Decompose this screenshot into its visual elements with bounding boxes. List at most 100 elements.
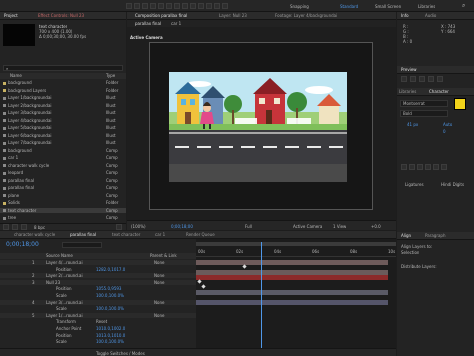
font-size-value[interactable]: 41 px — [407, 122, 418, 127]
time-ruler[interactable]: 00s 02s 04s 06s 08s 10s — [196, 247, 396, 257]
stamp-tool-icon[interactable] — [206, 3, 212, 9]
camera-tool-icon[interactable] — [166, 3, 172, 9]
project-item[interactable]: text character Comp — [0, 207, 126, 213]
project-item[interactable]: Layer 7/backgroundai Illust — [0, 140, 126, 145]
project-item[interactable]: background Folder — [0, 80, 126, 85]
font-family-dropdown[interactable]: Montserrat — [400, 100, 448, 107]
project-item[interactable]: Layer 1/backgroundai Illust — [0, 95, 126, 100]
last-frame-icon[interactable] — [437, 76, 443, 82]
project-item[interactable]: parallax final Comp — [0, 178, 126, 183]
ligatures-checkbox[interactable]: Ligatures — [405, 182, 424, 187]
layer-bar-1[interactable] — [196, 260, 388, 265]
layer-parent-value[interactable]: 1282.0,1017.0 — [96, 267, 125, 272]
puppet-tool-icon[interactable] — [222, 3, 228, 9]
next-frame-icon[interactable] — [428, 76, 434, 82]
interpret-footage-icon[interactable] — [3, 224, 9, 230]
property-row[interactable]: Scale 100.0,100.0% — [0, 306, 196, 311]
type-tool-icon[interactable] — [190, 3, 196, 9]
timeline-tab-car-1[interactable]: car 1 — [155, 232, 165, 238]
previous-frame-icon[interactable] — [410, 76, 416, 82]
exposure-value[interactable]: +0.0 — [371, 224, 381, 229]
all-caps-icon[interactable] — [417, 164, 423, 170]
layer-parent-value[interactable]: 1013.0,1010.0 — [96, 333, 125, 338]
tab-project[interactable]: Project — [4, 13, 18, 19]
bold-icon[interactable] — [401, 164, 407, 170]
keyframe[interactable] — [197, 279, 202, 284]
layer-parent-value[interactable]: None — [154, 280, 164, 285]
italic-icon[interactable] — [409, 164, 415, 170]
tab-character[interactable]: Character — [429, 89, 449, 95]
brush-tool-icon[interactable] — [198, 3, 204, 9]
workspace-libraries[interactable]: Libraries — [418, 4, 435, 9]
layer-row[interactable]: 1 Layer 4/...round.ai None — [0, 260, 196, 265]
project-item[interactable]: plane Comp — [0, 193, 126, 198]
hand-tool-icon[interactable] — [142, 3, 148, 9]
layer-row[interactable]: 5 Layer 1/...round.ai None — [0, 312, 196, 318]
timeline-tab-render-queue[interactable]: Render Queue — [186, 232, 215, 238]
column-parent-link[interactable]: Parent & Link — [150, 253, 177, 258]
project-item[interactable]: leopard Comp — [0, 170, 126, 175]
work-area-bar[interactable] — [196, 242, 396, 246]
selection-tool-icon[interactable] — [134, 3, 140, 9]
project-item[interactable]: character walk cycle Comp — [0, 163, 126, 168]
project-item[interactable]: Layer 5/backgroundai Illust — [0, 125, 126, 130]
column-type-header[interactable]: Type — [106, 73, 115, 78]
layer-parent-value[interactable]: None — [154, 260, 164, 265]
tab-libraries[interactable]: Libraries — [399, 89, 416, 95]
tab-preview[interactable]: Preview — [401, 67, 417, 73]
tab-info[interactable]: Info — [401, 13, 409, 19]
font-style-dropdown[interactable]: Bold — [400, 110, 448, 117]
layer-parent-value[interactable]: 100.0,100.0% — [96, 293, 124, 298]
property-row[interactable]: Position 1055.0,9593 — [0, 286, 196, 291]
subtab-car-1[interactable]: car 1 — [171, 21, 181, 26]
tab-composition[interactable]: Composition parallax final — [135, 13, 187, 19]
project-search-input[interactable]: ⌕ — [3, 65, 123, 71]
align-selection-dropdown[interactable]: Selection — [401, 250, 419, 255]
project-item[interactable]: Layer 4/backgroundai Illust — [0, 118, 126, 123]
eraser-tool-icon[interactable] — [214, 3, 220, 9]
property-row[interactable]: Scale 100.0,100.0% — [0, 293, 196, 298]
property-row[interactable]: Transform Reset — [0, 319, 196, 324]
timeline-tab-character-walk[interactable]: character walk cycle — [14, 232, 55, 238]
project-item[interactable]: Layer 2/backgroundai Illust — [0, 103, 126, 108]
layer-parent-value[interactable]: None — [154, 273, 164, 278]
column-name-header[interactable]: Name — [10, 73, 22, 78]
toggle-switches-modes[interactable]: Toggle Switches / Modes — [96, 351, 145, 356]
zoom-tool-icon[interactable] — [150, 3, 156, 9]
keyframe[interactable] — [201, 284, 206, 289]
subscript-icon[interactable] — [441, 164, 447, 170]
pan-tool-icon[interactable] — [174, 3, 180, 9]
workspace-small-screen[interactable]: Small Screen — [375, 4, 401, 9]
superscript-icon[interactable] — [433, 164, 439, 170]
current-time-indicator[interactable] — [261, 242, 262, 348]
view-layout-dropdown[interactable]: 1 View — [333, 224, 346, 229]
play-icon[interactable] — [419, 76, 425, 82]
property-row[interactable]: Anchor Point 1010.0,1002.0 — [0, 326, 196, 331]
new-folder-icon[interactable] — [12, 224, 18, 230]
project-item[interactable]: car 1 Comp — [0, 155, 126, 160]
pen-tool-icon[interactable] — [182, 3, 188, 9]
tracking-value[interactable]: 0 — [443, 129, 446, 134]
fill-color-swatch[interactable] — [454, 98, 466, 110]
timeline-tab-text-character[interactable]: text character — [112, 232, 140, 238]
tab-effect-controls[interactable]: Effect Controls: Null 23 — [38, 13, 84, 19]
first-frame-icon[interactable] — [401, 76, 407, 82]
layer-bar-4[interactable] — [196, 290, 388, 295]
layer-parent-value[interactable]: Reset — [96, 319, 107, 324]
hindi-digits-checkbox[interactable]: Hindi Digits — [441, 182, 464, 187]
tab-audio[interactable]: Audio — [425, 13, 436, 19]
magnification-dropdown[interactable]: (100%) — [131, 224, 146, 229]
timeline-timecode[interactable]: 0;00;18;00 — [6, 241, 39, 249]
layer-parent-value[interactable]: None — [154, 300, 164, 305]
project-item[interactable]: parallax final Comp — [0, 185, 126, 190]
column-source-name[interactable]: Source Name — [46, 253, 73, 258]
camera-view-dropdown[interactable]: Active Camera — [293, 224, 322, 229]
subtab-parallax-final[interactable]: parallax final — [135, 21, 161, 26]
project-item[interactable]: background Comp — [0, 148, 126, 153]
snapping-label[interactable]: Snapping — [290, 4, 309, 9]
property-row[interactable]: Scale 100.0,100.0% — [0, 339, 196, 344]
layer-row[interactable]: 3 Null 23 None — [0, 279, 196, 285]
tab-footage[interactable]: Footage: Layer 4/backgroundai — [275, 13, 337, 19]
tab-layer[interactable]: Layer: Null 23 — [219, 13, 247, 19]
timeline-tab-parallax-final[interactable]: parallax final — [70, 232, 96, 238]
